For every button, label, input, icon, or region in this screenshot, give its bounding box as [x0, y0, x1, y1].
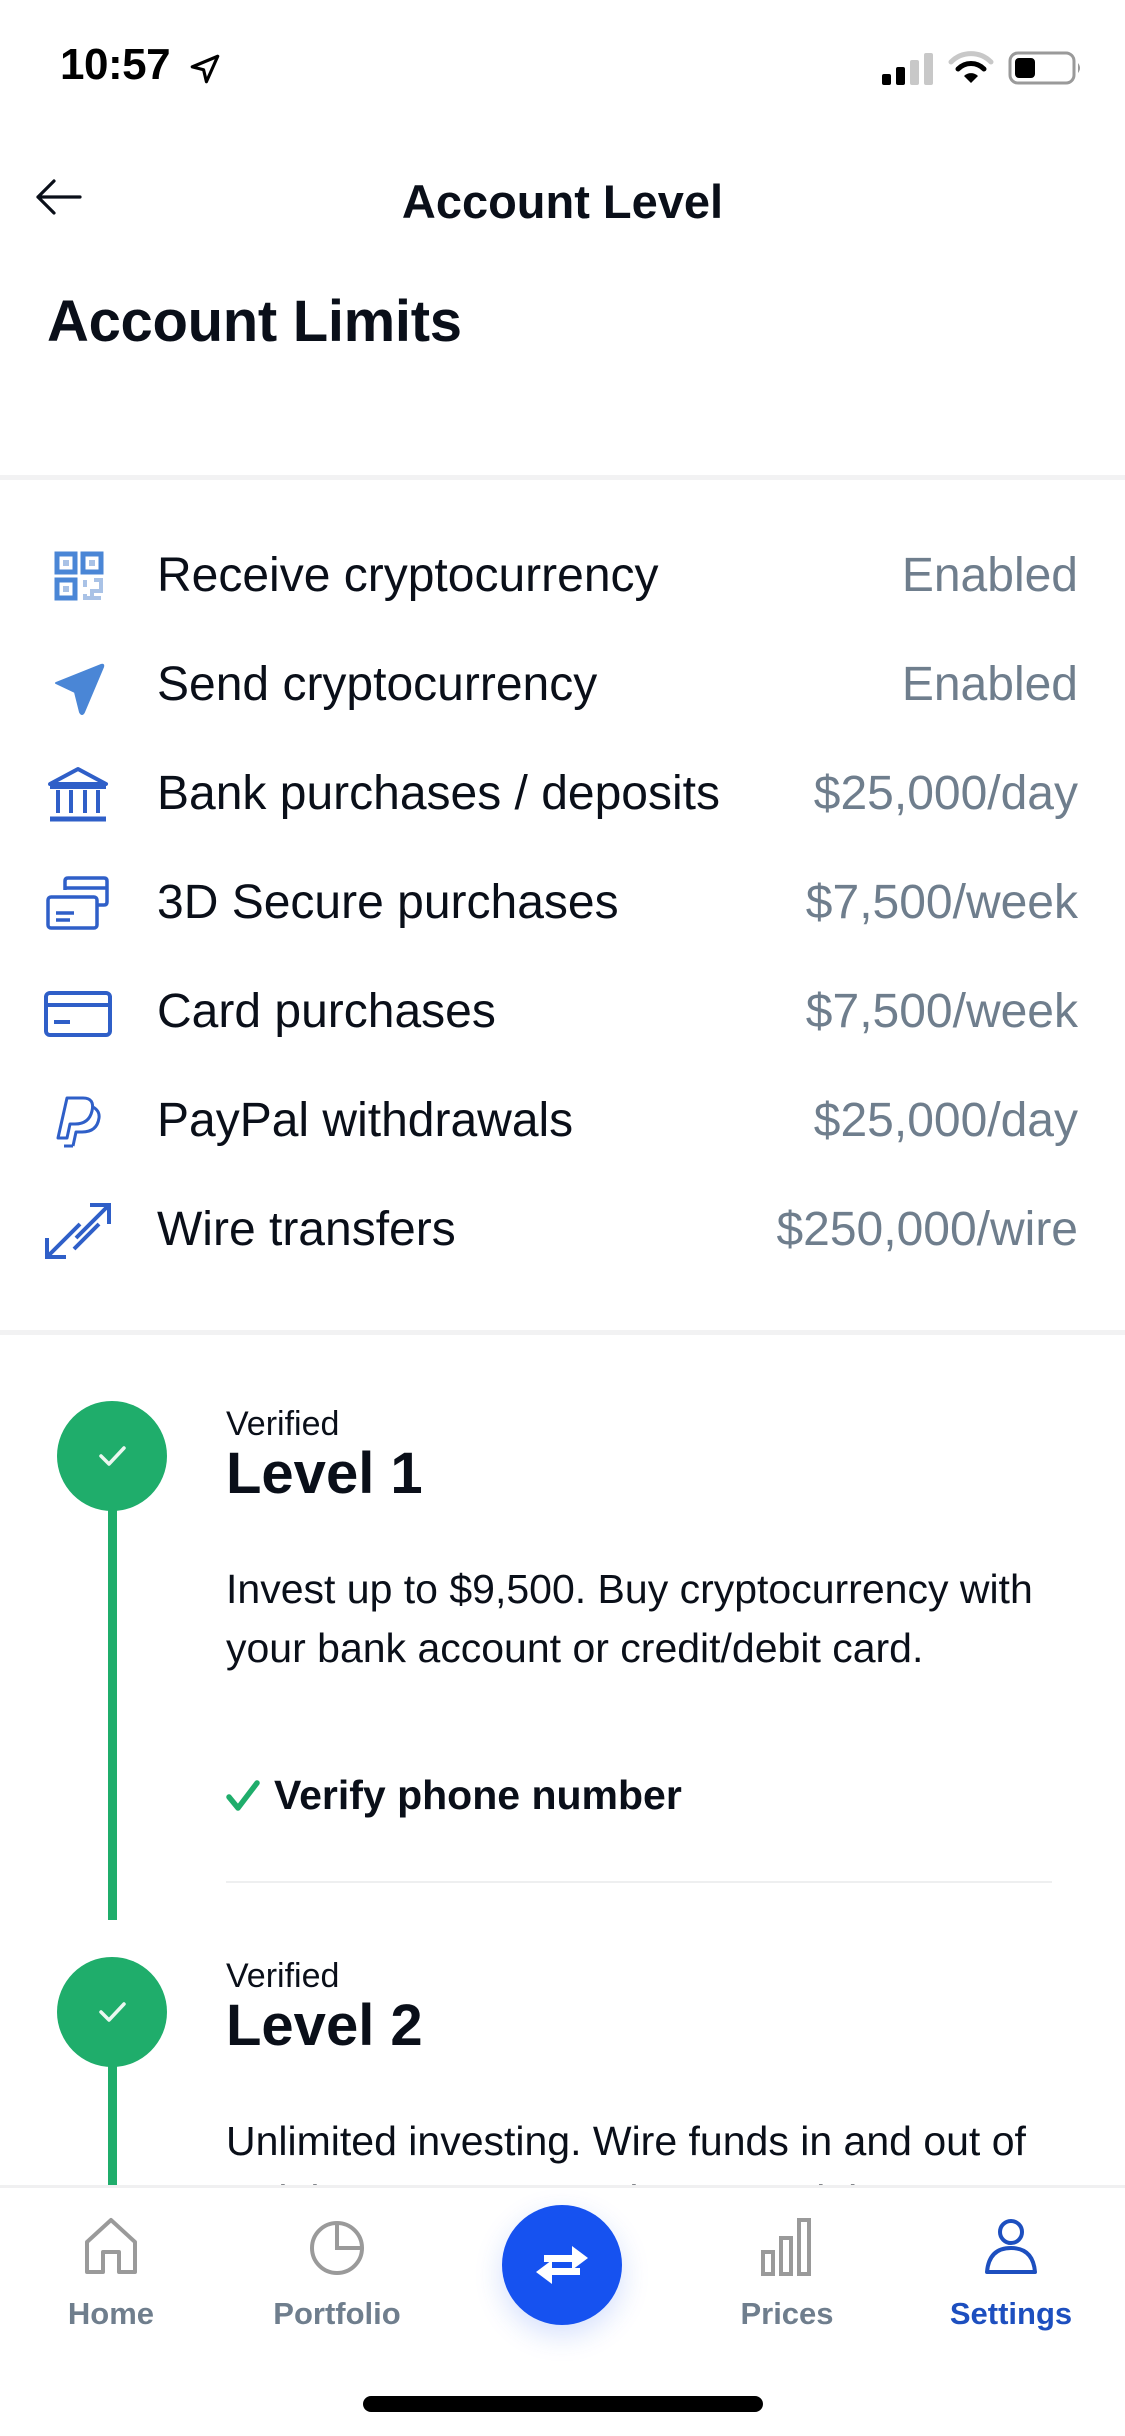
tab-label: Portfolio [273, 2296, 401, 2331]
bank-icon [48, 767, 108, 822]
limit-row-bank: Bank purchases / deposits $25,000/day [0, 741, 1125, 850]
person-icon [985, 2219, 1037, 2274]
level-1-title: Level 1 [226, 1441, 423, 1506]
paypal-icon [56, 1096, 101, 1148]
home-icon [85, 2218, 137, 2274]
tab-label: Prices [740, 2296, 834, 2331]
cellular-signal-icon [882, 53, 933, 85]
level-1-requirement: Verify phone number [226, 1772, 682, 1819]
limit-value: $7,500/week [805, 876, 1078, 929]
limit-label: Receive cryptocurrency [157, 549, 659, 602]
limit-label: Bank purchases / deposits [157, 767, 720, 820]
tab-portfolio[interactable]: Portfolio [257, 2216, 417, 2356]
limit-label: Card purchases [157, 985, 496, 1038]
limit-label: Send cryptocurrency [157, 658, 598, 711]
credit-card-icon [44, 991, 112, 1037]
level-2-status: Verified [226, 1957, 340, 1995]
limit-value: Enabled [901, 549, 1078, 602]
checkmark-icon [99, 1446, 126, 1466]
wire-transfer-arrows-icon [45, 1203, 111, 1259]
limit-row-card: Card purchases $7,500/week [0, 959, 1125, 1068]
level-1-description: Invest up to $9,500. Buy cryptocurrency … [226, 1566, 1033, 1671]
checkmark-icon [99, 2002, 126, 2022]
level-separator [226, 1881, 1052, 1883]
limit-label: 3D Secure purchases [157, 876, 619, 929]
limit-value: Enabled [901, 658, 1078, 711]
tab-settings[interactable]: Settings [931, 2216, 1091, 2356]
account-levels: Verified Level 1 Invest up to $9,500. Bu… [0, 1340, 1125, 2190]
tab-home[interactable]: Home [31, 2216, 191, 2356]
limit-row-wire: Wire transfers $250,000/wire [0, 1177, 1125, 1286]
section-divider [0, 1330, 1125, 1335]
page-title: Account Limits [47, 289, 462, 354]
limit-label: Wire transfers [157, 1203, 456, 1256]
pie-chart-icon [310, 2221, 364, 2275]
stacked-cards-icon [46, 876, 109, 930]
section-divider [0, 475, 1125, 480]
tab-label: Home [67, 2296, 155, 2331]
account-limits-list: Receive cryptocurrency Enabled Send cryp… [0, 523, 1125, 1286]
limit-value: $7,500/week [805, 985, 1078, 1038]
tab-label: Settings [949, 2296, 1073, 2331]
limit-row-3d-secure: 3D Secure purchases $7,500/week [0, 850, 1125, 959]
qr-code-icon [54, 551, 104, 601]
status-bar: 10:57 [0, 0, 1125, 130]
swap-arrows-icon [536, 2246, 588, 2284]
battery-icon [1008, 51, 1080, 85]
timeline-connector [108, 1500, 117, 1920]
tab-prices[interactable]: Prices [707, 2216, 867, 2356]
home-indicator [363, 2396, 763, 2412]
limit-row-paypal: PayPal withdrawals $25,000/day [0, 1068, 1125, 1177]
limit-row-send: Send cryptocurrency Enabled [0, 632, 1125, 741]
limit-value: $250,000/wire [776, 1203, 1078, 1256]
limit-label: PayPal withdrawals [157, 1094, 574, 1147]
level-2-title: Level 2 [226, 1993, 423, 2058]
nav-title: Account Level [401, 175, 724, 228]
green-checkmark-icon [226, 1779, 260, 1811]
level-2-description: Unlimited investing. Wire funds in and o… [226, 2118, 1026, 2190]
limit-value: $25,000/day [813, 767, 1078, 820]
level-1-verified-badge [57, 1401, 167, 1511]
status-time: 10:57 [60, 40, 171, 89]
bar-chart-icon [761, 2218, 811, 2276]
location-arrow-icon [190, 54, 220, 84]
send-plane-icon [55, 663, 105, 715]
nav-header: Account Level [0, 150, 1125, 250]
level-1-status: Verified [226, 1405, 340, 1443]
limit-row-receive: Receive cryptocurrency Enabled [0, 523, 1125, 632]
trade-button[interactable] [502, 2205, 622, 2325]
wifi-icon [948, 51, 994, 83]
requirement-label: Verify phone number [274, 1772, 682, 1818]
level-2-verified-badge [57, 1957, 167, 2067]
limit-value: $25,000/day [813, 1094, 1078, 1147]
